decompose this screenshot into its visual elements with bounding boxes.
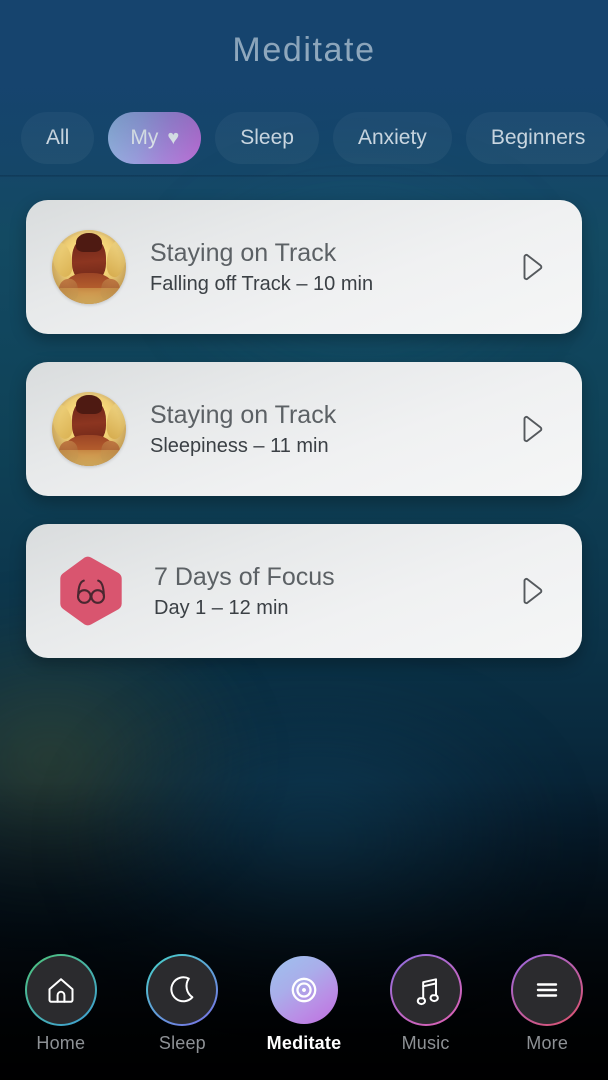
- session-thumbnail: [52, 230, 126, 304]
- session-card-text: 7 Days of Focus Day 1 – 12 min: [154, 563, 508, 620]
- nav-item-music[interactable]: Music: [365, 954, 487, 1054]
- session-card[interactable]: Staying on Track Sleepiness – 11 min: [26, 362, 582, 496]
- header-bar: [0, 0, 608, 176]
- session-subtitle: Falling off Track – 10 min: [150, 272, 374, 295]
- nav-item-label: Meditate: [266, 1033, 342, 1053]
- header-divider: [0, 175, 608, 177]
- music-note-icon: [416, 978, 439, 1006]
- session-card-text: Staying on Track Sleepiness – 11 min: [150, 401, 508, 458]
- session-title: 7 Days of Focus: [154, 562, 335, 591]
- rings-icon: [291, 977, 317, 1003]
- nav-item-label: Home: [36, 1033, 86, 1053]
- meditate-app-screen: Meditate AllMy♥SleepAnxietyBeginners Sta…: [0, 0, 608, 1080]
- session-subtitle: Sleepiness – 11 min: [150, 434, 329, 457]
- nav-icon-wrap: [391, 956, 460, 1024]
- nav-icon-wrap: [513, 956, 582, 1024]
- session-list: Staying on Track Falling off Track – 10 m…: [0, 200, 608, 686]
- hamburger-menu-icon: [536, 983, 558, 997]
- nav-item-label: Sleep: [158, 1033, 206, 1053]
- nav-item-label: Music: [401, 1033, 450, 1053]
- nav-icon-wrap: [269, 956, 338, 1024]
- session-thumbnail: [52, 392, 126, 466]
- nav-item-meditate[interactable]: Meditate: [243, 954, 365, 1054]
- glasses-hexagon-icon: [52, 552, 130, 630]
- session-card[interactable]: 7 Days of Focus Day 1 – 12 min: [26, 524, 582, 658]
- nav-item-sleep[interactable]: Sleep: [122, 954, 244, 1054]
- session-title: Staying on Track: [150, 238, 337, 267]
- nav-item-more[interactable]: More: [486, 954, 608, 1054]
- nav-icon-ring: [268, 954, 340, 1026]
- bottom-navigation-bar[interactable]: Home Sleep Meditate Music More: [0, 944, 608, 1080]
- nav-icon-wrap: [148, 956, 217, 1024]
- nav-icon-ring: [389, 954, 462, 1026]
- play-icon[interactable]: [508, 244, 554, 290]
- nav-icon-ring: [24, 954, 97, 1026]
- nav-item-label: More: [526, 1033, 569, 1053]
- nav-icon-wrap: [26, 956, 95, 1024]
- session-title: Staying on Track: [150, 400, 337, 429]
- play-icon[interactable]: [508, 568, 554, 614]
- session-card[interactable]: Staying on Track Falling off Track – 10 m…: [26, 200, 582, 334]
- nav-icon-ring: [146, 954, 219, 1026]
- nav-icon-ring: [511, 954, 584, 1026]
- moon-icon: [170, 976, 194, 1003]
- home-icon: [48, 978, 74, 1003]
- session-subtitle: Day 1 – 12 min: [154, 596, 289, 619]
- nav-item-home[interactable]: Home: [0, 954, 122, 1054]
- play-icon[interactable]: [508, 406, 554, 452]
- session-card-text: Staying on Track Falling off Track – 10 m…: [150, 239, 508, 296]
